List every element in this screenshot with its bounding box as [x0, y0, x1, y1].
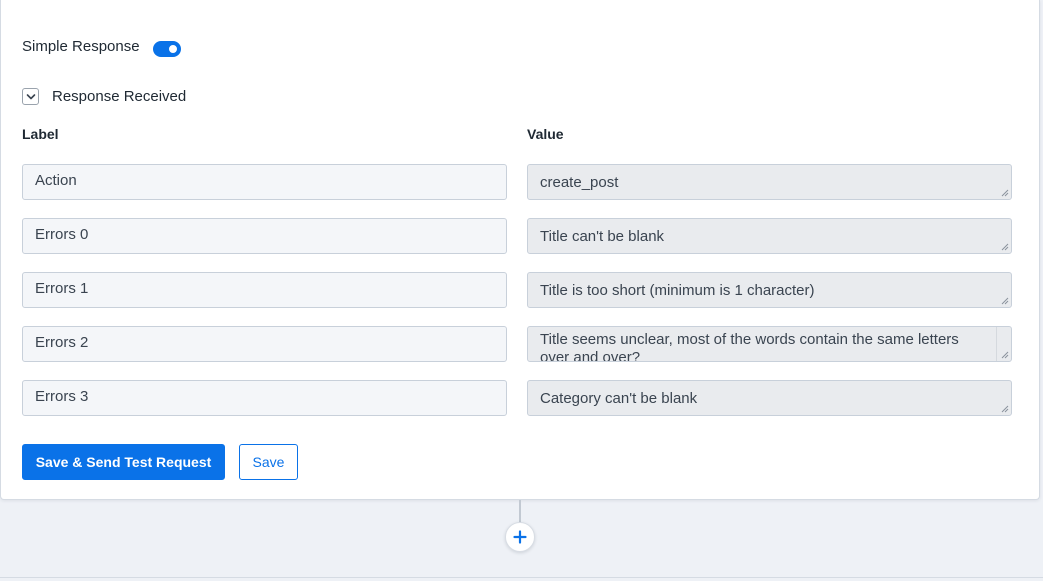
- chevron-down-icon[interactable]: [22, 88, 39, 105]
- label-input-errors-3[interactable]: Errors 3: [22, 380, 507, 416]
- add-step-button[interactable]: [505, 522, 535, 552]
- value-text: create_post: [540, 174, 619, 191]
- save-button[interactable]: Save: [239, 444, 298, 480]
- value-textarea-errors-1[interactable]: Title is too short (minimum is 1 charact…: [527, 272, 1012, 308]
- value-textarea-action[interactable]: create_post: [527, 164, 1012, 200]
- resize-handle-icon[interactable]: [1001, 297, 1009, 305]
- resize-handle-icon[interactable]: [1001, 405, 1009, 413]
- response-received-label: Response Received: [52, 88, 187, 105]
- value-column-header: Value: [527, 126, 564, 142]
- label-input-errors-0[interactable]: Errors 0: [22, 218, 507, 254]
- save-and-send-test-request-button[interactable]: Save & Send Test Request: [22, 444, 225, 480]
- response-panel: Simple Response Response Received Label …: [0, 0, 1040, 500]
- value-text: Title is too short (minimum is 1 charact…: [540, 282, 815, 299]
- textarea-scrollbar[interactable]: [996, 327, 997, 361]
- section-divider: [0, 577, 1043, 578]
- plus-icon: [513, 530, 527, 544]
- step-connector-line: [519, 500, 521, 524]
- simple-response-toggle[interactable]: [152, 41, 181, 57]
- value-textarea-errors-0[interactable]: Title can't be blank: [527, 218, 1012, 254]
- label-input-errors-1[interactable]: Errors 1: [22, 272, 507, 308]
- value-text: Title can't be blank: [540, 228, 665, 245]
- value-textarea-errors-3[interactable]: Category can't be blank: [527, 380, 1012, 416]
- simple-response-label: Simple Response: [22, 38, 140, 55]
- resize-handle-icon[interactable]: [1001, 243, 1009, 251]
- resize-handle-icon[interactable]: [1001, 189, 1009, 197]
- simple-response-row: Simple Response: [22, 36, 181, 57]
- resize-handle-icon[interactable]: [1001, 351, 1009, 359]
- toggle-knob: [166, 43, 179, 55]
- label-column-header: Label: [22, 126, 59, 142]
- value-text: Category can't be blank: [540, 390, 698, 407]
- value-text: Title seems unclear, most of the words c…: [540, 331, 959, 362]
- label-input-errors-2[interactable]: Errors 2: [22, 326, 507, 362]
- value-textarea-errors-2[interactable]: Title seems unclear, most of the words c…: [527, 326, 1012, 362]
- label-input-action[interactable]: Action: [22, 164, 507, 200]
- response-received-row[interactable]: Response Received: [22, 88, 186, 105]
